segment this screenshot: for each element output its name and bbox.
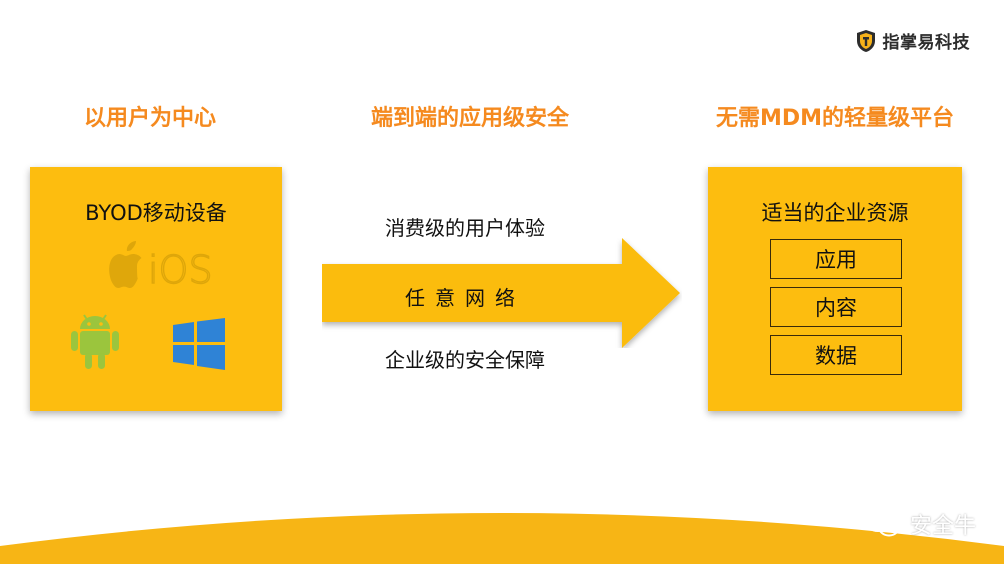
watermark: 安全牛 bbox=[864, 508, 976, 540]
heading-app-security: 端到端的应用级安全 bbox=[370, 106, 569, 131]
apple-ios-icon: iOS bbox=[109, 241, 212, 289]
heading-user-centric: 以用户为中心 bbox=[83, 106, 216, 131]
ios-label: iOS bbox=[148, 248, 212, 289]
brand: 指掌易科技 bbox=[855, 28, 971, 53]
any-network-text: 任意网络 bbox=[405, 286, 525, 310]
byod-title: BYOD移动设备 bbox=[85, 201, 227, 225]
brand-name: 指掌易科技 bbox=[882, 33, 970, 53]
enterprise-security-text: 企业级的安全保障 bbox=[385, 348, 545, 372]
heading-lightweight-platform: 无需MDM的轻量级平台 bbox=[715, 106, 955, 131]
watermark-text: 安全牛 bbox=[909, 514, 976, 539]
byod-devices-box: BYOD移动设备 iOS bbox=[30, 167, 282, 411]
windows-icon bbox=[173, 318, 225, 370]
shield-logo-icon bbox=[856, 29, 875, 52]
enterprise-resources-box: 适当的企业资源 应用 内容 数据 bbox=[708, 167, 962, 411]
resource-content: 内容 bbox=[770, 287, 902, 327]
resources-title: 适当的企业资源 bbox=[761, 201, 909, 225]
resource-apps: 应用 bbox=[770, 239, 902, 279]
android-icon bbox=[71, 314, 119, 369]
bottom-decorative-arc bbox=[0, 513, 1004, 564]
consumer-experience-text: 消费级的用户体验 bbox=[385, 216, 545, 240]
wechat-icon bbox=[864, 510, 900, 537]
resource-data: 数据 bbox=[770, 335, 902, 375]
